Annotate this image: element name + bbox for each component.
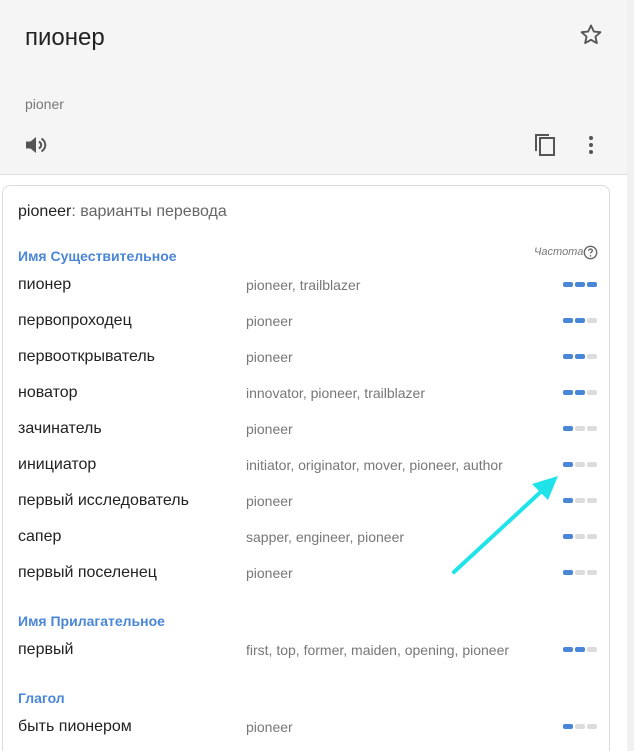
card-headword: pioneer — [18, 203, 72, 220]
dictionary-entry[interactable]: первый исследователь pioneer — [3, 483, 609, 519]
frequency-bar — [587, 318, 597, 323]
frequency-bar — [575, 570, 585, 575]
dictionary-entry[interactable]: первый first, top, former, maiden, openi… — [3, 632, 609, 668]
frequency-bars — [563, 426, 599, 431]
card-header: pioneer: варианты перевода — [18, 203, 227, 221]
entry-word: первопроходец — [18, 312, 132, 329]
source-panel: пионер pioner — [0, 0, 627, 175]
frequency-bar — [563, 282, 573, 287]
frequency-bars — [563, 462, 599, 467]
frequency-bar — [563, 534, 573, 539]
entry-word: инициатор — [18, 456, 97, 473]
star-icon[interactable] — [578, 22, 604, 48]
entry-word: новатор — [18, 384, 78, 401]
card-subtitle: : варианты перевода — [71, 203, 227, 220]
frequency-bar — [587, 724, 597, 729]
frequency-bars — [563, 390, 599, 395]
entry-word: первый поселенец — [18, 564, 157, 581]
frequency-bar — [587, 282, 597, 287]
help-icon[interactable] — [583, 245, 598, 260]
frequency-bar — [587, 390, 597, 395]
dictionary-entry[interactable]: первый поселенец pioneer — [3, 555, 609, 591]
dictionary-card: pioneer: варианты перевода Частота Имя С… — [2, 185, 610, 751]
frequency-bars — [563, 570, 599, 575]
frequency-bars — [563, 318, 599, 323]
frequency-bar — [587, 354, 597, 359]
pos-heading: Имя Существительное — [18, 248, 177, 264]
entry-translations: pioneer — [246, 421, 293, 437]
entry-translations: pioneer, trailblazer — [246, 277, 361, 293]
dictionary-entry[interactable]: сапер sapper, engineer, pioneer — [3, 519, 609, 555]
frequency-bar — [587, 426, 597, 431]
dictionary-entry[interactable]: новатор innovator, pioneer, trailblazer — [3, 375, 609, 411]
frequency-bar — [587, 647, 597, 652]
frequency-bar — [563, 647, 573, 652]
frequency-bar — [563, 426, 573, 431]
copy-icon[interactable] — [533, 132, 557, 158]
dictionary-entry[interactable]: зачинатель pioneer — [3, 411, 609, 447]
dictionary-entry[interactable]: пионер pioneer, trailblazer — [3, 267, 609, 303]
entry-word: первооткрыватель — [18, 348, 156, 365]
dictionary-entry[interactable]: инициатор initiator, originator, mover, … — [3, 447, 609, 483]
frequency-bar — [563, 724, 573, 729]
frequency-bar — [575, 534, 585, 539]
frequency-bar — [575, 426, 585, 431]
source-word: пионер — [25, 24, 105, 51]
entry-translations: first, top, former, maiden, opening, pio… — [246, 642, 510, 658]
frequency-bar — [587, 570, 597, 575]
frequency-bar — [575, 390, 585, 395]
entry-word: сапер — [18, 528, 62, 545]
frequency-bar — [575, 724, 585, 729]
frequency-bars — [563, 724, 599, 729]
frequency-bar — [575, 498, 585, 503]
entry-translations: innovator, pioneer, trailblazer — [246, 385, 425, 401]
frequency-bar — [563, 570, 573, 575]
frequency-bar — [563, 498, 573, 503]
entry-translations: pioneer — [246, 313, 293, 329]
frequency-bar — [563, 318, 573, 323]
pos-heading: Имя Прилагательное — [18, 613, 165, 629]
frequency-bars — [563, 282, 599, 287]
speaker-icon[interactable] — [24, 134, 48, 156]
frequency-bar — [587, 534, 597, 539]
frequency-bar — [587, 462, 597, 467]
dictionary-entry[interactable]: быть пионером pioneer — [3, 709, 609, 745]
frequency-bar — [563, 354, 573, 359]
frequency-bars — [563, 647, 599, 652]
frequency-bar — [563, 390, 573, 395]
frequency-bars — [563, 354, 599, 359]
scrollbar[interactable] — [627, 0, 634, 751]
entry-word: пионер — [18, 276, 72, 293]
pos-heading: Глагол — [18, 690, 65, 706]
frequency-bar — [587, 498, 597, 503]
frequency-bars — [563, 498, 599, 503]
frequency-bars — [563, 534, 599, 539]
entry-word: быть пионером — [18, 718, 132, 735]
entry-word: первый — [18, 641, 74, 658]
frequency-bar — [575, 354, 585, 359]
frequency-bar — [575, 462, 585, 467]
dictionary-entry[interactable]: первопроходец pioneer — [3, 303, 609, 339]
transliteration: pioner — [25, 96, 64, 112]
frequency-label: Частота — [534, 246, 584, 258]
more-vert-icon[interactable] — [586, 134, 596, 156]
entry-translations: initiator, originator, mover, pioneer, a… — [246, 457, 503, 473]
frequency-bar — [563, 462, 573, 467]
entry-translations: sapper, engineer, pioneer — [246, 529, 405, 545]
entry-word: зачинатель — [18, 420, 102, 437]
frequency-bar — [575, 282, 585, 287]
dictionary-entry[interactable]: первооткрыватель pioneer — [3, 339, 609, 375]
frequency-bar — [575, 647, 585, 652]
entry-word: первый исследователь — [18, 492, 189, 509]
entry-translations: pioneer — [246, 719, 293, 735]
entry-translations: pioneer — [246, 349, 293, 365]
entry-translations: pioneer — [246, 565, 293, 581]
frequency-bar — [575, 318, 585, 323]
entry-translations: pioneer — [246, 493, 293, 509]
